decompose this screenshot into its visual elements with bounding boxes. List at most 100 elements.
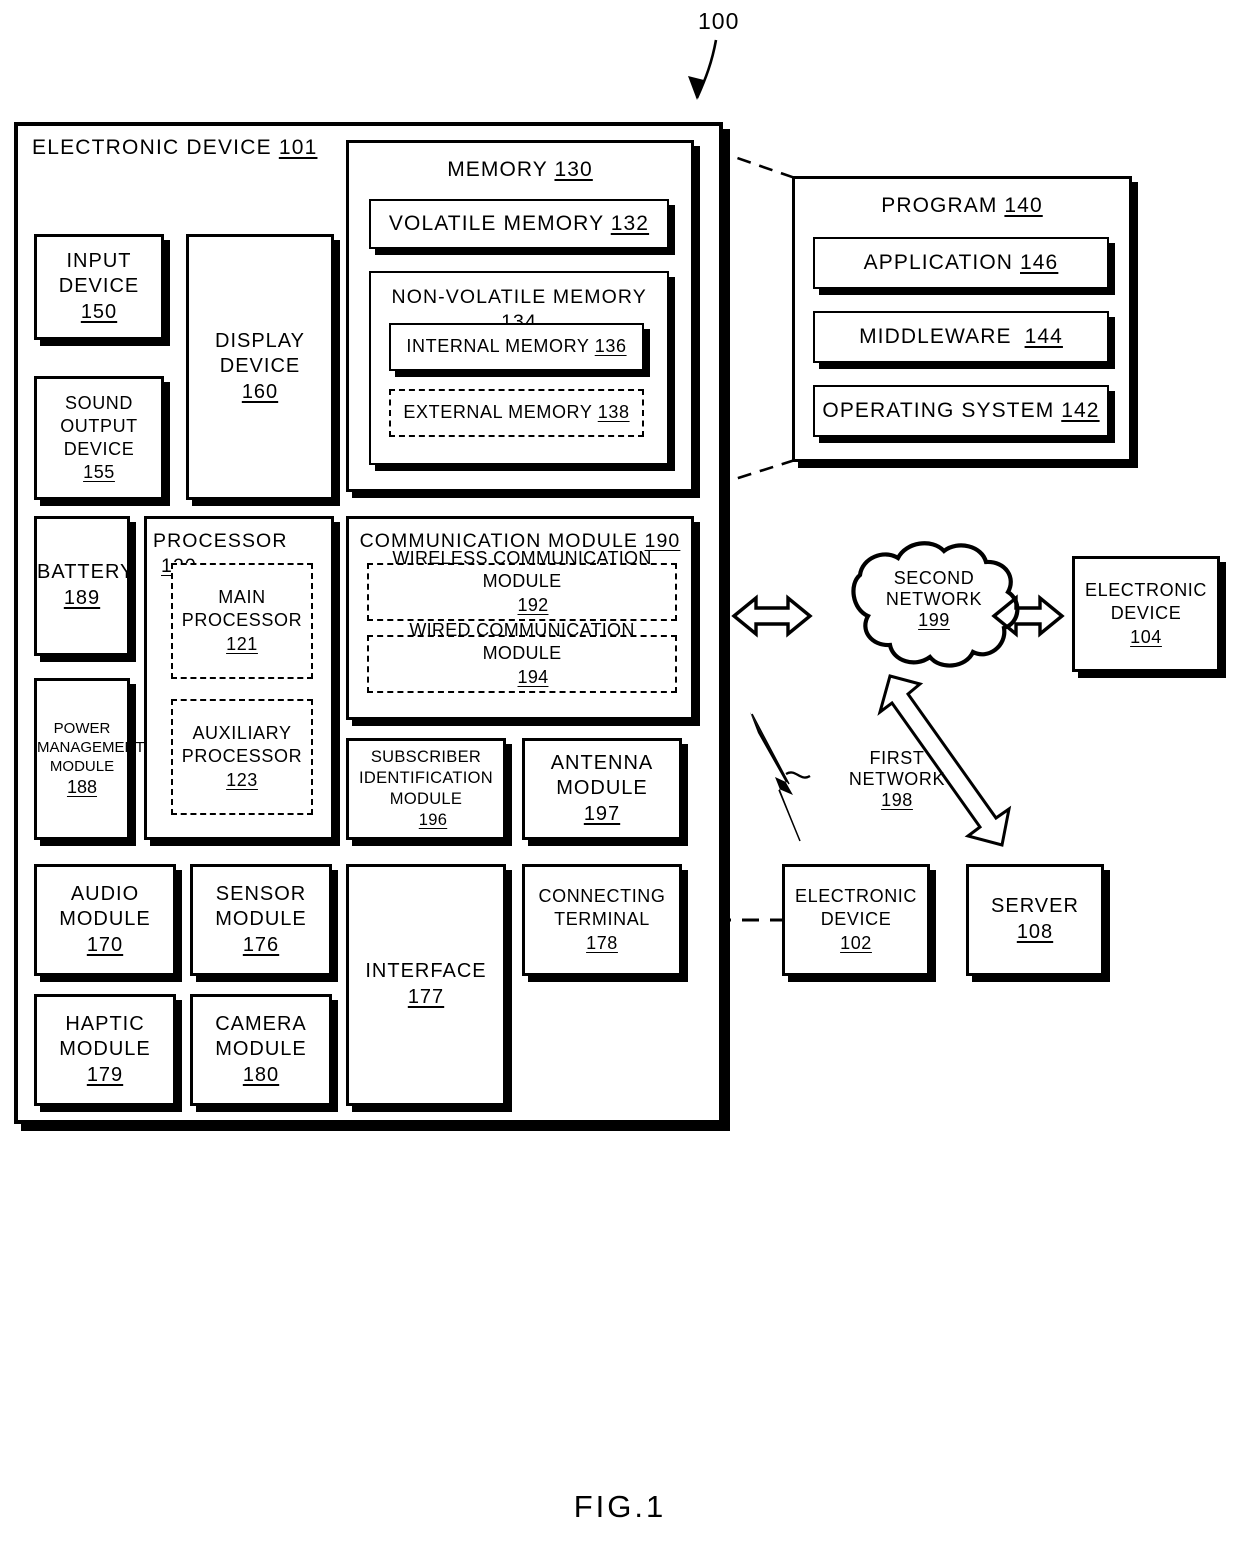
antenna-module-ref: 197	[583, 802, 621, 825]
interface-line1: INTERFACE	[365, 960, 487, 983]
sensor-module-box[interactable]: SENSOR MODULE 176	[190, 864, 332, 976]
auxiliary-processor-ref: 123	[226, 769, 258, 790]
middleware-title: MIDDLEWARE	[859, 324, 1012, 348]
haptic-module-ref: 179	[86, 1063, 124, 1086]
memory-ref: 130	[554, 158, 593, 181]
program-box[interactable]: PROGRAM 140 APPLICATION 146 MIDDLEWARE 1…	[792, 176, 1132, 462]
sensor-module-line2: MODULE	[215, 908, 307, 931]
operating-system-ref: 142	[1061, 398, 1100, 422]
audio-module-ref: 170	[86, 933, 124, 956]
second-network-line2: NETWORK	[885, 589, 983, 609]
wired-communication-module-box[interactable]: WIRED COMMUNICATION MODULE 194	[367, 620, 677, 693]
camera-module-line1: CAMERA	[215, 1012, 307, 1035]
haptic-module-box[interactable]: HAPTIC MODULE 179	[34, 994, 176, 1106]
electronic-device-104-ref: 104	[1130, 626, 1162, 647]
power-management-module-box[interactable]: POWER MANAGEMENT MODULE 188	[34, 678, 145, 840]
figure-canvas: ELECTRONIC DEVICE 101 INPUT DEVICE 150 S…	[0, 0, 1240, 1554]
antenna-module-box[interactable]: ANTENNA MODULE 197	[522, 738, 682, 840]
input-device-line2: DEVICE	[58, 275, 140, 298]
electronic-device-102-ref: 102	[840, 932, 872, 953]
electronic-device-104-box[interactable]: ELECTRONIC DEVICE 104	[1072, 556, 1220, 672]
middleware-ref: 144	[1024, 324, 1063, 348]
electronic-device-102-box[interactable]: ELECTRONIC DEVICE 102	[782, 864, 930, 976]
input-device-box[interactable]: INPUT DEVICE 150	[34, 234, 164, 340]
connecting-terminal-ref: 178	[586, 932, 618, 953]
volatile-memory-title: VOLATILE MEMORY	[388, 211, 604, 235]
sound-output-line3: DEVICE	[63, 439, 135, 459]
connecting-terminal-box[interactable]: CONNECTING TERMINAL 178	[522, 864, 682, 976]
figure-caption-text: FIG.1	[573, 1489, 667, 1524]
display-device-ref: 160	[241, 380, 279, 403]
electronic-device-104-line2: DEVICE	[1110, 603, 1182, 624]
electronic-device-ref: 101	[278, 136, 318, 159]
first-network-line2: NETWORK	[848, 769, 946, 789]
internal-memory-box[interactable]: INTERNAL MEMORY 136	[389, 323, 644, 371]
connecting-terminal-line2: TERMINAL	[554, 909, 650, 930]
processor-title-text: PROCESSOR	[153, 530, 288, 552]
application-box[interactable]: APPLICATION 146	[813, 237, 1109, 289]
input-device-line1: INPUT	[66, 249, 132, 272]
power-management-line3: MODULE	[49, 758, 115, 776]
system-ref-text: 100	[698, 8, 740, 34]
audio-module-box[interactable]: AUDIO MODULE 170	[34, 864, 176, 976]
non-volatile-memory-box[interactable]: NON-VOLATILE MEMORY 134 INTERNAL MEMORY …	[369, 271, 669, 465]
auxiliary-processor-box[interactable]: AUXILIARY PROCESSOR 123	[171, 699, 313, 815]
connecting-terminal-line1: CONNECTING	[538, 886, 666, 907]
audio-module-line1: AUDIO	[70, 882, 140, 905]
camera-module-box[interactable]: CAMERA MODULE 180	[190, 994, 332, 1106]
operating-system-title: OPERATING SYSTEM	[822, 398, 1055, 422]
interface-box[interactable]: INTERFACE 177	[346, 864, 506, 1106]
external-memory-ref: 138	[597, 402, 630, 423]
volatile-memory-ref: 132	[610, 211, 650, 235]
first-network-label: FIRST NETWORK 198	[812, 748, 982, 811]
battery-line1: BATTERY	[37, 561, 135, 584]
device-to-network-arrow	[731, 594, 813, 638]
wireless-comm-ref: 192	[517, 594, 549, 615]
memory-box[interactable]: MEMORY 130 VOLATILE MEMORY 132 NON-VOLAT…	[346, 140, 694, 492]
communication-module-box[interactable]: COMMUNICATION MODULE 190 WIRELESS COMMUN…	[346, 516, 694, 720]
lightning-bolt-icon	[750, 712, 811, 842]
haptic-module-line2: MODULE	[59, 1038, 151, 1061]
program-ref: 140	[1004, 194, 1043, 217]
sensor-module-ref: 176	[242, 933, 280, 956]
system-ref-arrow	[688, 39, 718, 100]
main-processor-line1: MAIN	[218, 587, 266, 608]
auxiliary-processor-line2: PROCESSOR	[181, 746, 303, 767]
sound-output-line1: SOUND	[64, 392, 133, 413]
antenna-module-line2: MODULE	[556, 777, 648, 800]
figure-caption: FIG.1	[0, 1489, 1240, 1525]
subscriber-identification-module-box[interactable]: SUBSCRIBER IDENTIFICATION MODULE 196	[346, 738, 506, 840]
battery-box[interactable]: BATTERY 189	[34, 516, 135, 656]
haptic-module-line1: HAPTIC	[65, 1012, 145, 1035]
sim-line3: MODULE	[389, 790, 463, 808]
server-108-box[interactable]: SERVER 108	[966, 864, 1104, 976]
power-management-line1: POWER	[53, 719, 111, 737]
external-memory-box[interactable]: EXTERNAL MEMORY 138	[389, 389, 644, 437]
sim-line1: SUBSCRIBER	[370, 747, 482, 766]
memory-title-text: MEMORY	[447, 158, 548, 181]
middleware-box[interactable]: MIDDLEWARE 144	[813, 311, 1109, 363]
wired-comm-line2: MODULE	[482, 643, 562, 664]
electronic-device-102-line2: DEVICE	[820, 909, 892, 930]
volatile-memory-box[interactable]: VOLATILE MEMORY 132	[369, 199, 669, 249]
processor-box[interactable]: PROCESSOR 120 MAIN PROCESSOR 121 AUXILIA…	[144, 516, 334, 840]
input-device-ref: 150	[80, 300, 118, 323]
wireless-communication-module-box[interactable]: WIRELESS COMMUNICATION MODULE 192	[367, 548, 677, 621]
electronic-device-title: ELECTRONIC DEVICE 101	[32, 136, 372, 160]
power-management-ref: 188	[66, 777, 98, 798]
sound-output-line2: OUTPUT	[60, 415, 138, 436]
display-device-box[interactable]: DISPLAY DEVICE 160	[186, 234, 334, 500]
electronic-device-104-line1: ELECTRONIC	[1084, 580, 1207, 601]
memory-title: MEMORY 130	[349, 157, 691, 184]
display-device-line2: DEVICE	[219, 355, 301, 378]
audio-module-line2: MODULE	[59, 908, 151, 931]
sim-ref: 196	[418, 811, 448, 830]
system-ref-label: 100	[698, 8, 739, 35]
first-network-line1: FIRST	[869, 748, 925, 768]
internal-memory-title: INTERNAL MEMORY	[406, 336, 590, 357]
main-processor-box[interactable]: MAIN PROCESSOR 121	[171, 563, 313, 679]
application-title: APPLICATION	[863, 250, 1014, 274]
main-processor-ref: 121	[226, 633, 258, 654]
operating-system-box[interactable]: OPERATING SYSTEM 142	[813, 385, 1109, 437]
sound-output-device-box[interactable]: SOUND OUTPUT DEVICE 155	[34, 376, 164, 500]
